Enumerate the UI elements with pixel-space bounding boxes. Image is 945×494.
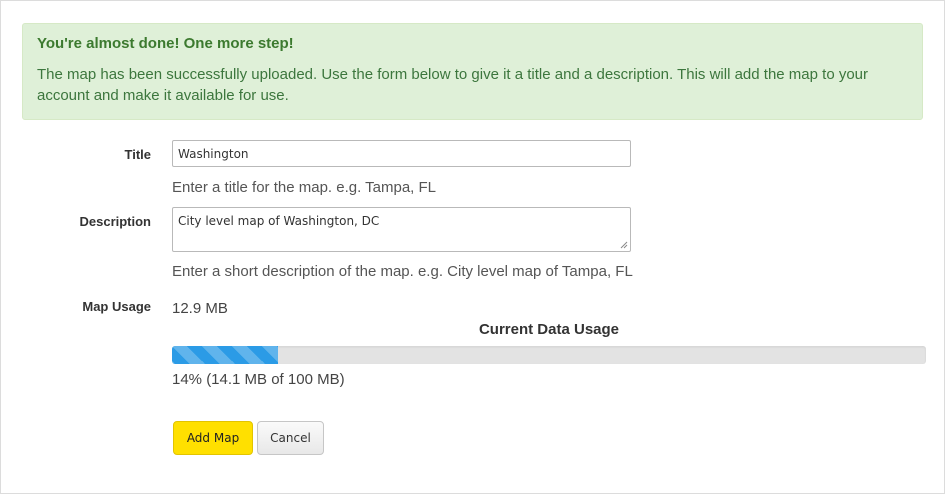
data-usage-progress-bar (172, 346, 926, 364)
map-usage-label: Map Usage (82, 299, 151, 314)
page-frame: You're almost done! One more step! The m… (0, 0, 945, 494)
map-usage-value: 12.9 MB (172, 300, 228, 317)
alert-message: The map has been successfully uploaded. … (37, 66, 869, 104)
alert-title: You're almost done! One more step! (37, 35, 294, 52)
description-textarea[interactable]: City level map of Washington, DC (172, 207, 631, 252)
description-help-text: Enter a short description of the map. e.… (172, 263, 633, 280)
resize-handle-icon[interactable] (620, 241, 628, 249)
data-usage-summary: 14% (14.1 MB of 100 MB) (172, 371, 345, 388)
description-value: City level map of Washington, DC (178, 214, 380, 228)
title-help-text: Enter a title for the map. e.g. Tampa, F… (172, 179, 437, 196)
cancel-button[interactable]: Cancel (257, 421, 324, 455)
success-alert: You're almost done! One more step! The m… (22, 23, 923, 120)
progress-fill (172, 346, 278, 364)
description-label: Description (79, 214, 151, 229)
title-input[interactable] (172, 140, 631, 167)
title-label: Title (124, 147, 152, 162)
data-usage-title: Current Data Usage (478, 321, 620, 338)
add-map-button[interactable]: Add Map (173, 421, 253, 455)
